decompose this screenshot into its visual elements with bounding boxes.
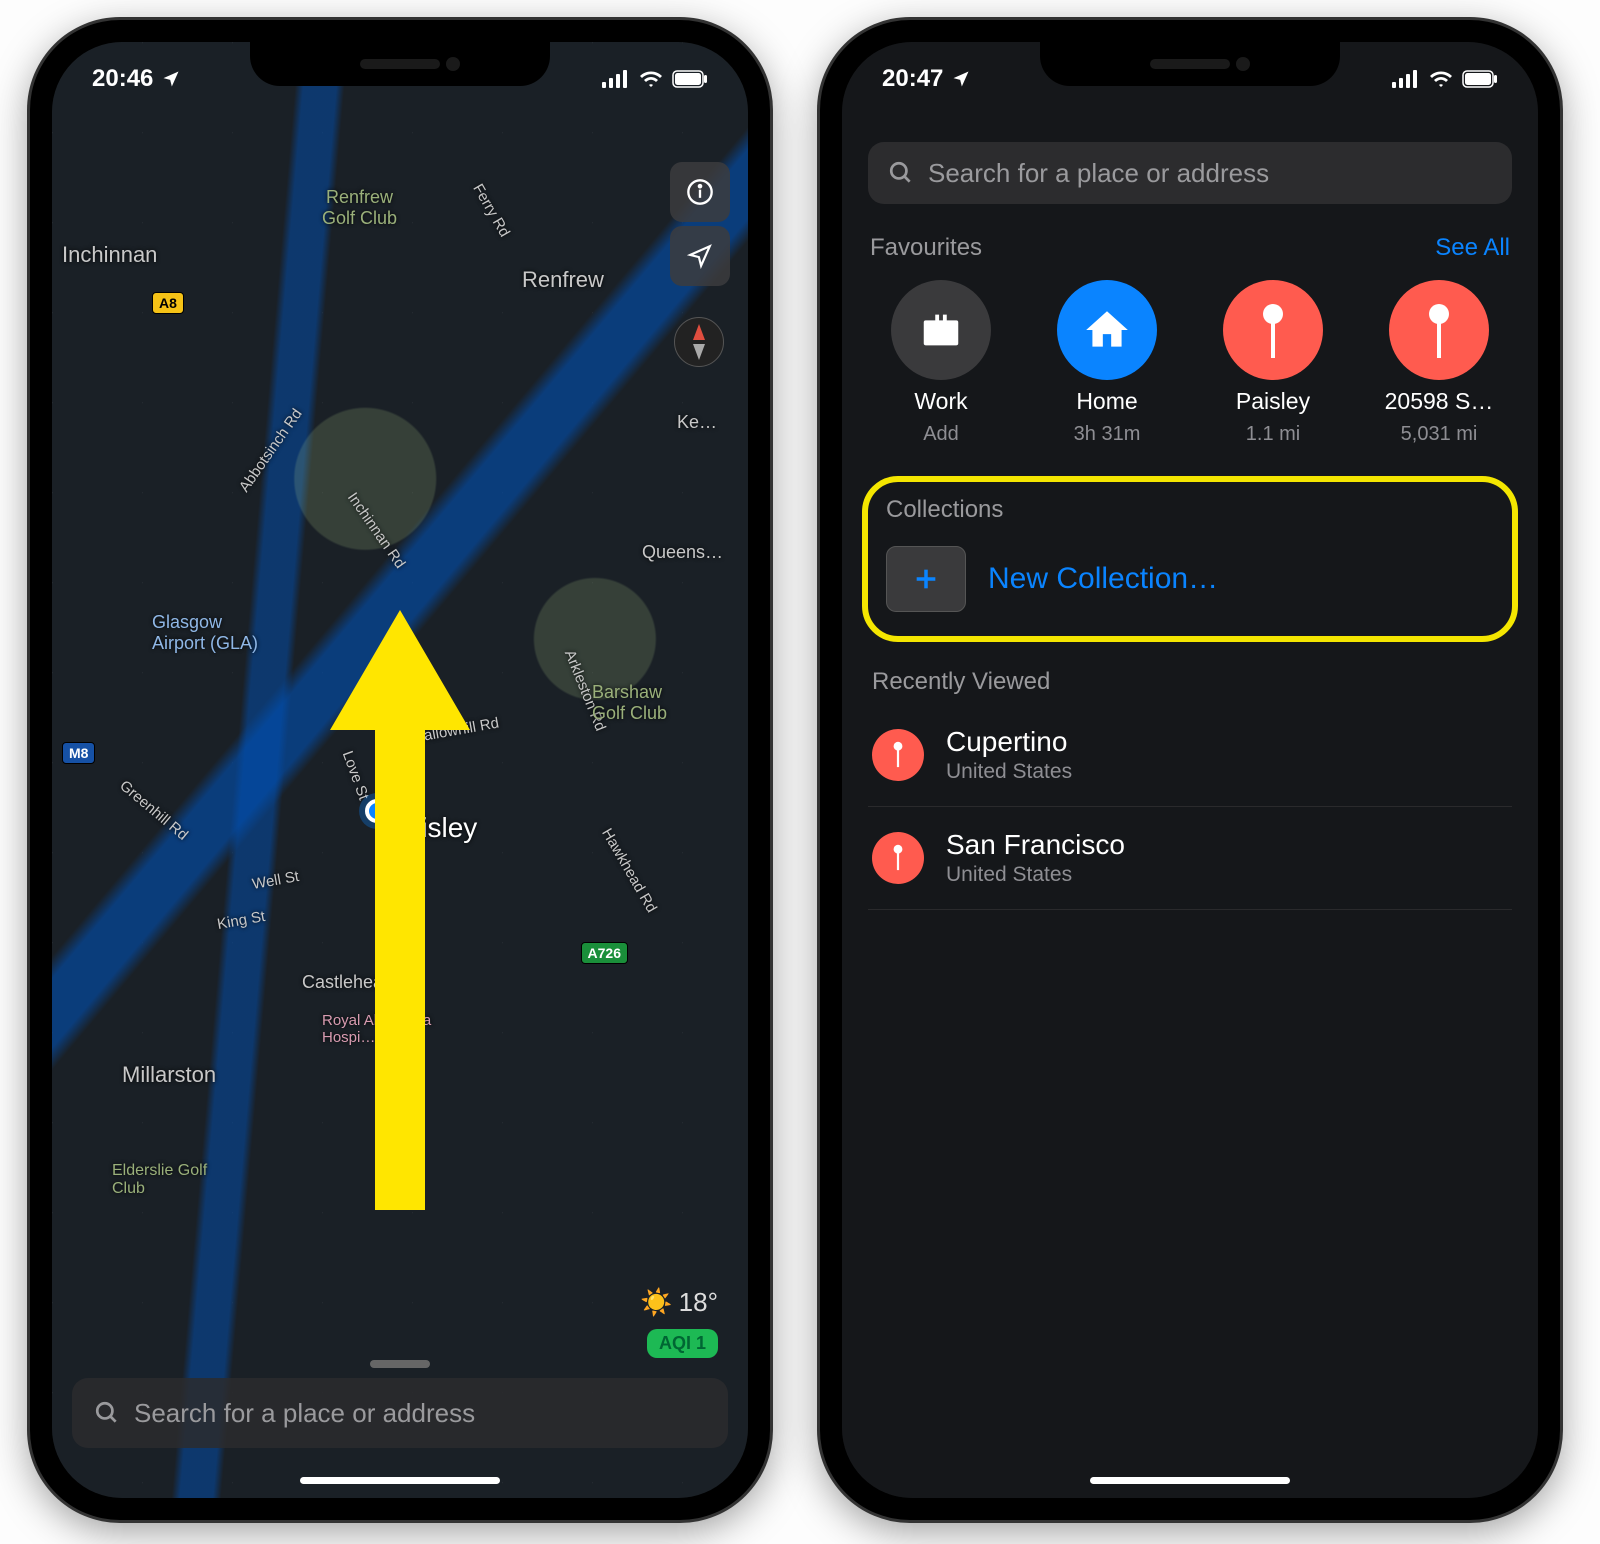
map-label: Glasgow Airport (GLA): [152, 612, 258, 654]
battery-icon: [672, 70, 708, 88]
status-time: 20:46: [92, 65, 153, 93]
favourite-item[interactable]: Work Add: [868, 280, 1014, 446]
favourite-icon: [891, 280, 991, 380]
favourites-row[interactable]: Work Add Home 3h 31m Paisley 1.1 mi 20598 S… 5,…: [868, 280, 1512, 446]
home-indicator[interactable]: [1090, 1477, 1290, 1484]
status-time: 20:47: [882, 65, 943, 93]
sun-icon: ☀️: [640, 1287, 672, 1318]
new-collection-button[interactable]: New Collection…: [882, 538, 1498, 620]
favourite-name: 20598 S…: [1385, 388, 1494, 415]
weather-widget[interactable]: ☀️ 18°: [640, 1287, 718, 1318]
map-controls: [670, 162, 730, 286]
map-label: Elderslie Golf Club: [112, 1162, 207, 1198]
favourite-icon: [1223, 280, 1323, 380]
aqi-badge[interactable]: AQI 1: [647, 1329, 718, 1358]
favourite-item[interactable]: 20598 S… 5,031 mi: [1366, 280, 1512, 446]
favourite-name: Paisley: [1236, 388, 1310, 415]
road-badge-a8: A8: [152, 292, 184, 314]
screen-left: 20:46: [52, 42, 748, 1498]
map-label: Inchinnan: [62, 242, 157, 268]
search-placeholder: Search for a place or address: [134, 1398, 475, 1429]
wifi-icon: [1428, 70, 1454, 88]
pin-icon: [872, 832, 924, 884]
recent-subtitle: United States: [946, 863, 1125, 887]
favourites-heading: Favourites: [870, 234, 982, 262]
collections-heading: Collections: [886, 496, 1498, 524]
map-label: Ke…: [677, 412, 717, 433]
battery-icon: [1462, 70, 1498, 88]
favourite-item[interactable]: Paisley 1.1 mi: [1200, 280, 1346, 446]
sheet-drag-handle[interactable]: [370, 1360, 430, 1368]
collections-highlight-annotation: Collections New Collection…: [862, 476, 1518, 642]
recent-title: San Francisco: [946, 829, 1125, 861]
recent-item[interactable]: CupertinoUnited States: [868, 704, 1512, 807]
favourite-icon: [1389, 280, 1489, 380]
cellular-icon: [602, 70, 630, 88]
new-collection-icon: [886, 546, 966, 612]
info-button[interactable]: [670, 162, 730, 222]
home-indicator[interactable]: [300, 1477, 500, 1484]
search-placeholder: Search for a place or address: [928, 158, 1269, 189]
favourite-subtitle: 5,031 mi: [1401, 423, 1478, 446]
location-services-icon: [951, 69, 971, 89]
road-badge-a726: A726: [581, 942, 628, 964]
recent-subtitle: United States: [946, 760, 1072, 784]
favourite-name: Home: [1076, 388, 1137, 415]
map-label: Renfrew: [522, 267, 604, 293]
favourite-subtitle: Add: [923, 423, 959, 446]
map-label: Queens…: [642, 542, 723, 563]
notch: [1040, 42, 1340, 86]
search-bar[interactable]: Search for a place or address: [72, 1378, 728, 1448]
favourite-name: Work: [914, 388, 967, 415]
phone-left: 20:46: [30, 20, 770, 1520]
map-label: Renfrew Golf Club: [322, 187, 397, 229]
search-icon: [94, 1400, 120, 1426]
swipe-up-arrow-annotation: [330, 610, 470, 1210]
favourite-subtitle: 1.1 mi: [1246, 423, 1300, 446]
compass-icon[interactable]: [674, 317, 724, 367]
map-label: Barshaw Golf Club: [592, 682, 667, 724]
favourite-item[interactable]: Home 3h 31m: [1034, 280, 1180, 446]
recent-item[interactable]: San FranciscoUnited States: [868, 807, 1512, 910]
see-all-link[interactable]: See All: [1435, 234, 1510, 262]
notch: [250, 42, 550, 86]
cellular-icon: [1392, 70, 1420, 88]
recent-title: Cupertino: [946, 726, 1072, 758]
phone-right: 20:47: [820, 20, 1560, 1520]
new-collection-label: New Collection…: [988, 562, 1218, 596]
locate-me-button[interactable]: [670, 226, 730, 286]
road-badge-m8: M8: [62, 742, 95, 764]
search-bar[interactable]: Search for a place or address: [868, 142, 1512, 204]
recently-viewed-heading: Recently Viewed: [872, 668, 1512, 696]
screen-right: 20:47: [842, 42, 1538, 1498]
weather-temp: 18°: [679, 1287, 718, 1318]
pin-icon: [872, 729, 924, 781]
search-icon: [888, 160, 914, 186]
wifi-icon: [638, 70, 664, 88]
favourite-icon: [1057, 280, 1157, 380]
location-services-icon: [161, 69, 181, 89]
map-label: Millarston: [122, 1062, 216, 1088]
favourite-subtitle: 3h 31m: [1074, 423, 1141, 446]
